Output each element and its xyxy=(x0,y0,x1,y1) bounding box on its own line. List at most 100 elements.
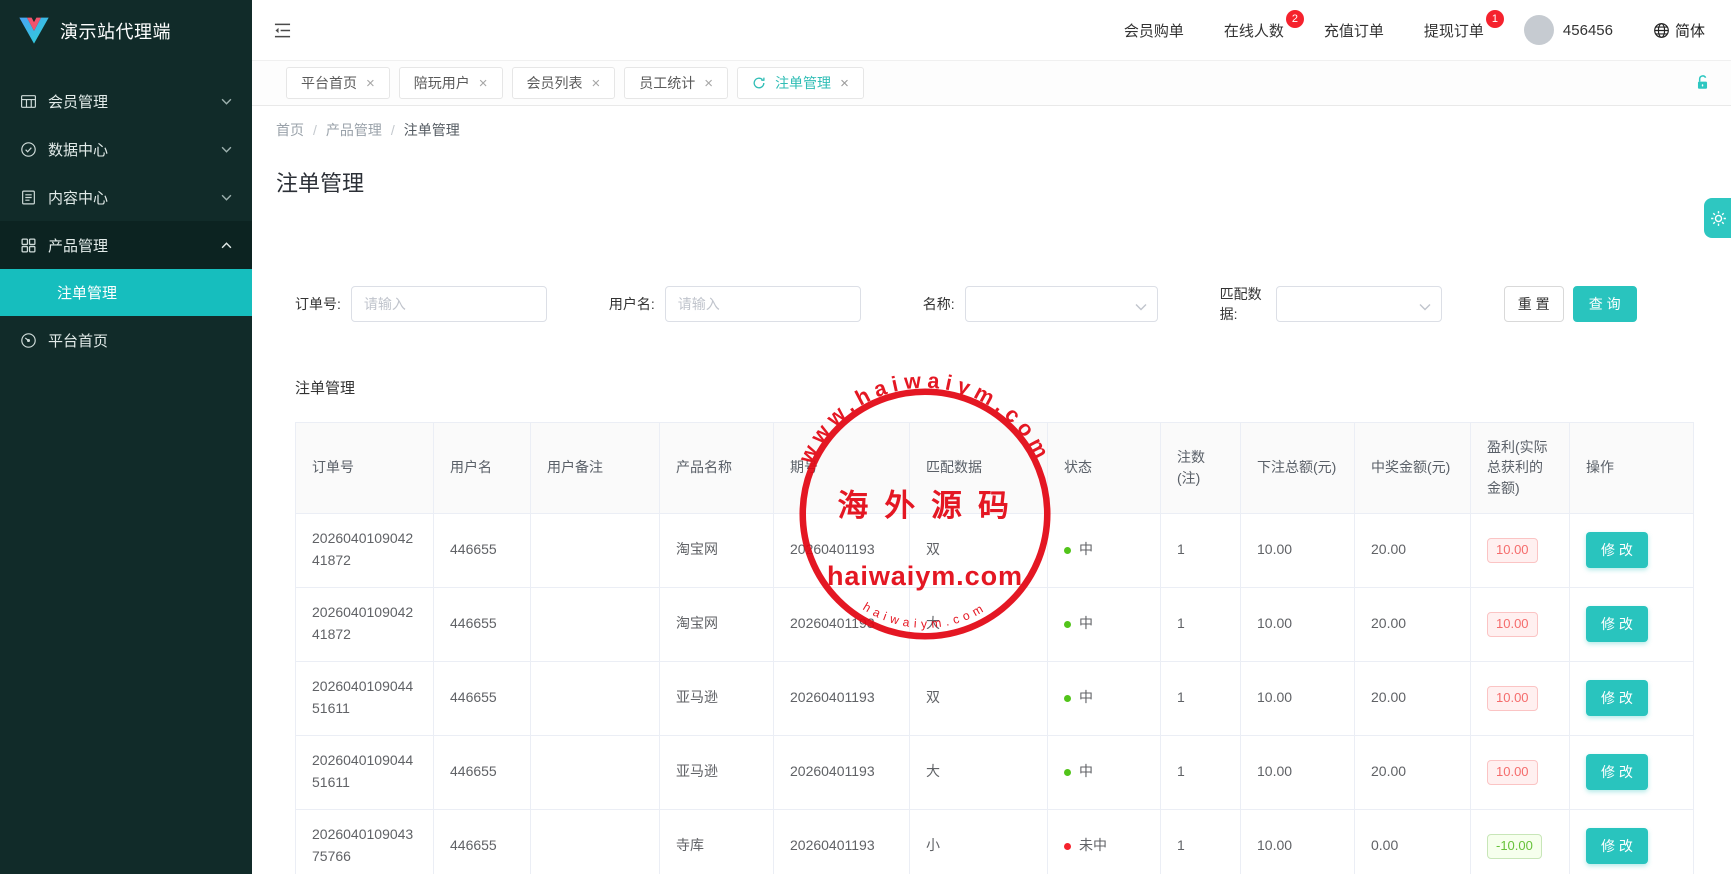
cell-remark xyxy=(531,735,660,809)
filter-match-data: 匹配数据: xyxy=(1220,284,1442,325)
edit-button[interactable]: 修 改 xyxy=(1586,680,1648,716)
cell-remark xyxy=(531,587,660,661)
match-data-select[interactable] xyxy=(1276,286,1442,322)
breadcrumb-product[interactable]: 产品管理 xyxy=(326,120,382,140)
name-label: 名称: xyxy=(923,294,955,314)
cell-period: 20260401193 xyxy=(774,661,910,735)
tab-label: 陪玩用户 xyxy=(414,73,470,93)
order-no-input[interactable] xyxy=(351,286,547,322)
bet-orders-table-wrap: 订单号 用户名 用户备注 产品名称 期号 匹配数据 状态 注数(注) 下注总额(… xyxy=(295,422,1693,874)
sidebar-item-product-management[interactable]: 产品管理 xyxy=(0,221,252,269)
unlock-icon[interactable] xyxy=(1694,74,1711,92)
content: 首页 / 产品管理 / 注单管理 注单管理 订单号: 用户名: 名称: xyxy=(252,106,1731,874)
breadcrumb-home[interactable]: 首页 xyxy=(276,120,304,140)
nav-withdraw-orders[interactable]: 提现订单 1 xyxy=(1424,20,1484,41)
sidebar: 演示站代理端 会员管理 数据中心 xyxy=(0,0,252,874)
avatar xyxy=(1524,15,1554,45)
gear-icon xyxy=(1710,210,1727,227)
sidebar-item-member-management[interactable]: 会员管理 xyxy=(0,77,252,125)
cell-prize: 0.00 xyxy=(1355,809,1471,874)
edit-button[interactable]: 修 改 xyxy=(1586,532,1648,568)
sidebar-item-platform-home[interactable]: 平台首页 xyxy=(0,316,252,364)
filter-username: 用户名: xyxy=(609,286,861,322)
filter-name: 名称: xyxy=(923,286,1158,322)
chevron-down-icon xyxy=(221,194,232,201)
search-button[interactable]: 查 询 xyxy=(1573,286,1637,322)
user-menu[interactable]: 456456 xyxy=(1524,15,1613,45)
sidebar-collapse-icon[interactable] xyxy=(273,22,292,39)
cell-bet-total: 10.00 xyxy=(1241,809,1355,874)
edit-button[interactable]: 修 改 xyxy=(1586,606,1648,642)
grid-icon xyxy=(20,237,37,254)
cell-bet-total: 10.00 xyxy=(1241,513,1355,587)
card-title: 注单管理 xyxy=(276,377,1707,398)
bet-orders-table: 订单号 用户名 用户备注 产品名称 期号 匹配数据 状态 注数(注) 下注总额(… xyxy=(295,422,1694,874)
settings-fab[interactable] xyxy=(1704,198,1731,238)
close-icon[interactable]: × xyxy=(592,76,601,91)
cell-product: 亚马逊 xyxy=(660,661,774,735)
username-input[interactable] xyxy=(665,286,861,322)
cell-period: 20260401193 xyxy=(774,587,910,661)
column-header: 盈利(实际总获利的金额) xyxy=(1471,422,1570,513)
tab-platform-home[interactable]: 平台首页 × xyxy=(286,67,390,99)
status-text: 未中 xyxy=(1079,837,1107,853)
language-switcher[interactable]: 简体 xyxy=(1653,20,1705,41)
edit-button[interactable]: 修 改 xyxy=(1586,828,1648,864)
status-dot xyxy=(1064,621,1071,628)
cell-profit: 10.00 xyxy=(1471,661,1570,735)
profit-badge: 10.00 xyxy=(1487,612,1538,637)
cell-action: 修 改 xyxy=(1570,809,1694,874)
status-dot xyxy=(1064,769,1071,776)
tab-bet-management[interactable]: 注单管理 × xyxy=(737,67,864,99)
close-icon[interactable]: × xyxy=(479,76,488,91)
status-text: 中 xyxy=(1079,541,1093,557)
name-select[interactable] xyxy=(965,286,1158,322)
tab-companion-users[interactable]: 陪玩用户 × xyxy=(399,67,503,99)
nav-member-orders[interactable]: 会员购单 xyxy=(1124,20,1184,41)
close-icon[interactable]: × xyxy=(840,76,849,91)
column-header: 中奖金额(元) xyxy=(1355,422,1471,513)
cell-bet-count: 1 xyxy=(1161,661,1241,735)
close-icon[interactable]: × xyxy=(704,76,713,91)
cell-order-no: 202604010904241872 xyxy=(296,587,434,661)
tab-staff-stats[interactable]: 员工统计 × xyxy=(624,67,728,99)
reset-button[interactable]: 重 置 xyxy=(1504,286,1564,322)
cell-order-no: 202604010904241872 xyxy=(296,513,434,587)
cell-bet-count: 1 xyxy=(1161,513,1241,587)
table-row: 202604010904451611 446655 亚马逊 2026040119… xyxy=(296,735,1694,809)
edit-button[interactable]: 修 改 xyxy=(1586,754,1648,790)
sidebar-subitem-label: 注单管理 xyxy=(57,282,117,303)
refresh-icon[interactable] xyxy=(752,76,766,90)
profit-badge: 10.00 xyxy=(1487,686,1538,711)
nav-recharge-orders[interactable]: 充值订单 xyxy=(1324,20,1384,41)
nav-label: 充值订单 xyxy=(1324,23,1384,40)
page-title: 注单管理 xyxy=(276,166,1707,198)
username-label: 用户名: xyxy=(609,294,655,314)
cell-status: 未中 xyxy=(1048,809,1161,874)
cell-product: 淘宝网 xyxy=(660,587,774,661)
cell-bet-count: 1 xyxy=(1161,735,1241,809)
tab-member-list[interactable]: 会员列表 × xyxy=(512,67,616,99)
column-header: 状态 xyxy=(1048,422,1161,513)
status-dot xyxy=(1064,547,1071,554)
cell-remark xyxy=(531,809,660,874)
column-header: 用户名 xyxy=(434,422,531,513)
sidebar-item-data-center[interactable]: 数据中心 xyxy=(0,125,252,173)
cell-bet-total: 10.00 xyxy=(1241,661,1355,735)
nav-label: 会员购单 xyxy=(1124,23,1184,40)
status-dot xyxy=(1064,843,1071,850)
column-header: 操作 xyxy=(1570,422,1694,513)
topbar-right: 会员购单 在线人数 2 充值订单 提现订单 1 456456 xyxy=(1124,15,1705,45)
tab-label: 平台首页 xyxy=(301,73,357,93)
sidebar-subitem-bet-management[interactable]: 注单管理 xyxy=(0,269,252,316)
table-header-row: 订单号 用户名 用户备注 产品名称 期号 匹配数据 状态 注数(注) 下注总额(… xyxy=(296,422,1694,513)
app-layout: 演示站代理端 会员管理 数据中心 xyxy=(0,0,1731,874)
globe-icon xyxy=(1653,22,1670,39)
sidebar-item-content-center[interactable]: 内容中心 xyxy=(0,173,252,221)
status-text: 中 xyxy=(1079,689,1093,705)
column-header: 用户备注 xyxy=(531,422,660,513)
close-icon[interactable]: × xyxy=(366,76,375,91)
cell-status: 中 xyxy=(1048,587,1161,661)
nav-online-count[interactable]: 在线人数 2 xyxy=(1224,20,1284,41)
column-header: 订单号 xyxy=(296,422,434,513)
